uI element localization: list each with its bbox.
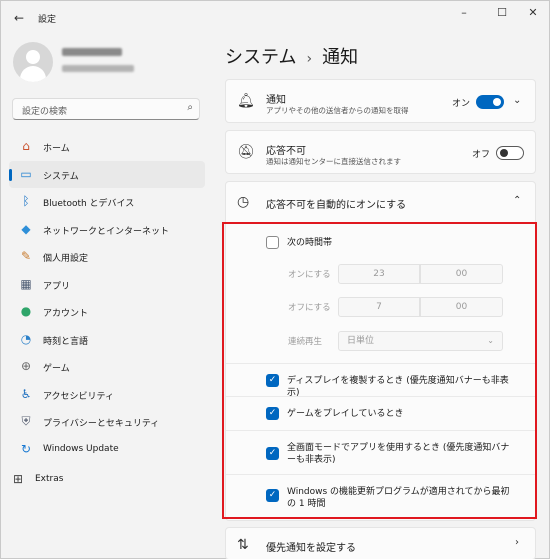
title-bar: ← 設定 – ☐ ✕: [1, 1, 549, 35]
sidebar-item-label: アクセシビリティ: [43, 391, 115, 402]
sidebar-item-label: プライバシーとセキュリティ: [43, 419, 160, 429]
home-icon: ⌂: [22, 139, 30, 153]
notifications-card[interactable]: 🔔︎ 通知 アプリやその他の送信者からの通知を取得 オン ⌄: [225, 79, 536, 123]
avatar[interactable]: [13, 42, 53, 82]
sidebar-nav: ⌂ ホーム ▭ システム ᛒ Bluetooth とデバイス ◆ ネットワークとインターネット…: [9, 133, 205, 463]
time-language-icon: ◔: [20, 331, 32, 346]
back-arrow-icon[interactable]: ←: [9, 9, 29, 27]
extras-icon: ⊞: [12, 472, 24, 486]
notifications-title: 通知: [266, 95, 286, 106]
search-placeholder: 設定の検索: [22, 107, 68, 117]
sidebar-item[interactable]: ᛒ Bluetooth とデバイス: [9, 188, 205, 216]
sidebar-item-label: Windows Update: [43, 443, 119, 454]
avatar-head: [26, 50, 40, 64]
sidebar-item-label: 時刻と言語: [43, 336, 89, 347]
system-icon: ▭: [20, 166, 32, 181]
page-title: システム › 通知: [225, 43, 358, 69]
breadcrumb-current: 通知: [322, 47, 359, 68]
sidebar-item-label: ホーム: [43, 144, 70, 154]
bell-icon: 🔔︎: [237, 93, 255, 109]
priority-sort-icon: ⇅: [237, 537, 249, 553]
account-icon: ●: [20, 304, 32, 318]
highlight-annotation: [222, 222, 537, 519]
accessibility-icon: ♿: [20, 386, 32, 401]
search-icon[interactable]: ⌕: [187, 102, 193, 113]
gaming-icon: ⊕: [20, 359, 32, 373]
sidebar-item[interactable]: ◆ ネットワークとインターネット: [9, 216, 205, 244]
close-button[interactable]: ✕: [516, 5, 550, 21]
sidebar-item[interactable]: ♿ アクセシビリティ: [9, 381, 205, 409]
shield-icon: ⛨: [21, 414, 31, 428]
dnd-subtitle: 通知は通知センターに直接送信されます: [266, 157, 401, 166]
sidebar-item[interactable]: ● アカウント: [9, 298, 205, 326]
sidebar-item[interactable]: ◔ 時刻と言語: [9, 326, 205, 354]
sidebar-item-label: 個人用設定: [43, 254, 89, 264]
app-title: 設定: [38, 15, 57, 25]
notifications-subtitle: アプリやその他の送信者からの通知を取得: [266, 106, 409, 115]
chevron-up-icon[interactable]: ⌃: [513, 195, 521, 206]
auto-dnd-header[interactable]: ◷ 応答不可を自動的にオンにする ⌃: [226, 182, 535, 222]
sidebar-item-label: ゲーム: [43, 364, 70, 374]
priority-title: 優先通知を設定する: [266, 543, 356, 554]
sidebar-item-label: ネットワークとインターネット: [43, 226, 170, 237]
dnd-card: 🔕︎ 応答不可 通知は通知センターに直接送信されます オフ: [225, 130, 536, 174]
priority-card[interactable]: ⇅ 優先通知を設定する ›: [225, 527, 536, 559]
network-icon: ◆: [21, 221, 31, 236]
sidebar-item[interactable]: ⊕ ゲーム: [9, 353, 205, 381]
sidebar-item[interactable]: ▭ システム: [9, 160, 205, 188]
sidebar-item-label: Extras: [35, 474, 64, 484]
windows-update-icon: ↻: [20, 441, 32, 456]
sidebar-item[interactable]: ✎ 個人用設定: [9, 243, 205, 271]
sidebar-item-label: システム: [43, 171, 79, 182]
maximize-button[interactable]: ☐: [485, 5, 519, 21]
sidebar-item[interactable]: ▦ アプリ: [9, 271, 205, 299]
toggle-knob: [500, 149, 508, 157]
breadcrumb-separator: ›: [306, 51, 313, 67]
sidebar-item-extras[interactable]: ⊞ Extras: [9, 468, 205, 492]
profile-name-redacted: [62, 48, 122, 56]
breadcrumb-parent[interactable]: システム: [225, 47, 296, 68]
brush-icon: ✎: [20, 249, 32, 263]
dnd-title: 応答不可: [266, 146, 306, 157]
dnd-toggle-label: オフ: [472, 150, 491, 160]
auto-dnd-title: 応答不可を自動的にオンにする: [266, 200, 407, 211]
chevron-down-icon[interactable]: ⌄: [513, 95, 521, 106]
dnd-bell-icon: 🔕︎: [237, 144, 255, 160]
sidebar-item-label: Bluetooth とデバイス: [43, 199, 135, 209]
sidebar-item-label: アプリ: [43, 281, 71, 292]
sidebar-item[interactable]: ⌂ ホーム: [9, 133, 205, 161]
search-input[interactable]: 設定の検索 ⌕: [12, 98, 200, 120]
clock-icon: ◷: [237, 194, 250, 210]
chevron-right-icon[interactable]: ›: [515, 537, 519, 548]
dnd-toggle[interactable]: [496, 146, 524, 160]
notifications-toggle-label: オン: [452, 99, 471, 109]
minimize-button[interactable]: –: [447, 5, 481, 21]
sidebar-item[interactable]: ↻ Windows Update: [9, 436, 205, 464]
sidebar-item-label: アカウント: [43, 309, 89, 319]
profile-email-redacted: [62, 65, 134, 72]
notifications-toggle[interactable]: [476, 95, 504, 109]
sidebar-item[interactable]: ⛨ プライバシーとセキュリティ: [9, 408, 205, 436]
settings-window: ← 設定 – ☐ ✕ 設定の検索 ⌕ ⌂ ホーム ▭ システム ᛒ Bluetooth と…: [0, 0, 550, 559]
avatar-body: [20, 66, 46, 82]
apps-icon: ▦: [20, 276, 32, 291]
toggle-knob: [493, 98, 501, 106]
bluetooth-icon: ᛒ: [22, 194, 30, 208]
